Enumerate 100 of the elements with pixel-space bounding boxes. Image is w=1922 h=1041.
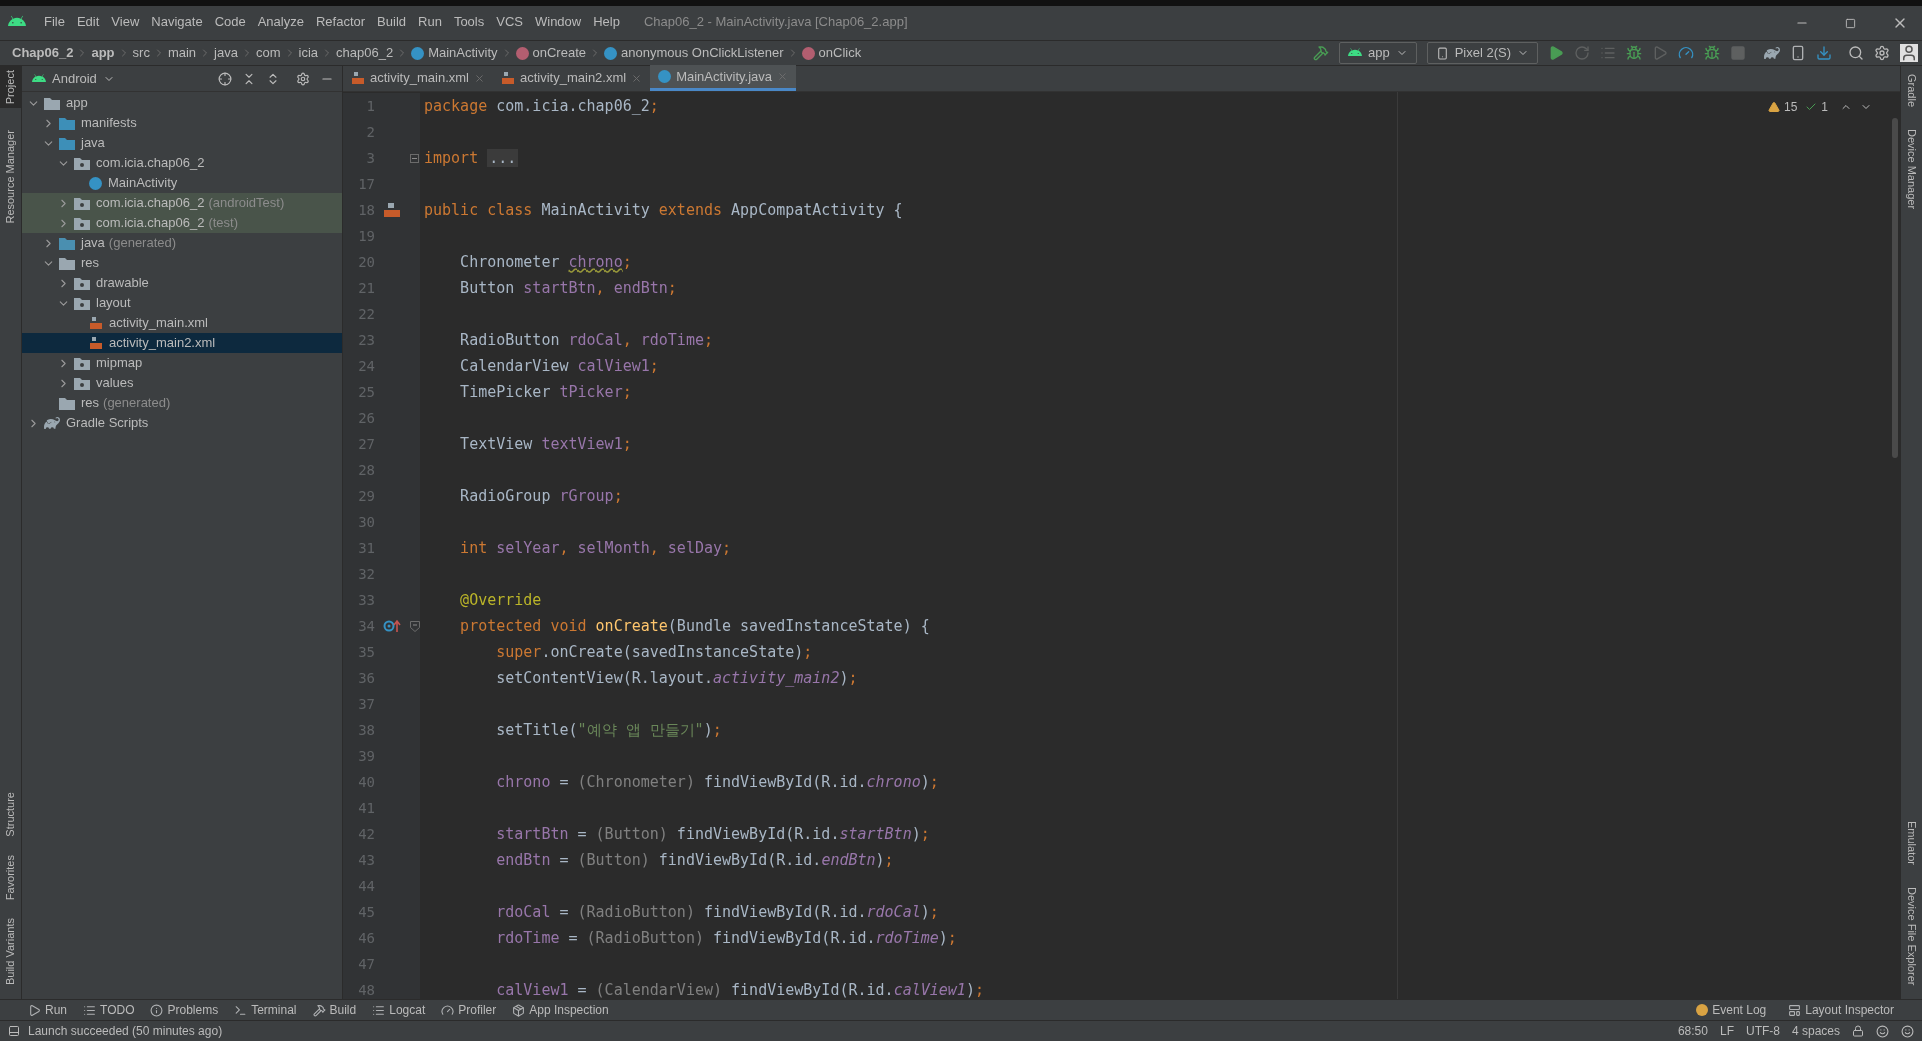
tree-item[interactable]: layout	[22, 293, 342, 313]
tool-window-tab[interactable]: Build Variants	[0, 913, 21, 989]
menu-item[interactable]: Run	[412, 11, 448, 31]
breadcrumb-item[interactable]: com	[255, 43, 281, 63]
project-view-dropdown[interactable]: Android	[52, 68, 97, 89]
tool-window-tab[interactable]: Gradle	[1901, 70, 1922, 112]
menu-item[interactable]: Build	[371, 11, 412, 31]
tree-item[interactable]: com.icia.chap06_2 (androidTest)	[22, 193, 342, 213]
lock-icon[interactable]	[1852, 1025, 1864, 1037]
tree-item[interactable]: mipmap	[22, 353, 342, 373]
stop-icon[interactable]	[1730, 45, 1746, 61]
tree-item[interactable]: res (generated)	[22, 393, 342, 413]
breadcrumb-item[interactable]: onClick	[801, 43, 862, 63]
menu-item[interactable]: Refactor	[309, 11, 372, 31]
close-tab-icon[interactable]	[473, 72, 485, 84]
tree-item[interactable]: activity_main2.xml	[22, 333, 342, 353]
tool-window-tab[interactable]: Device File Explorer	[1901, 882, 1922, 989]
override-icon[interactable]	[383, 619, 401, 633]
fold-plus-icon[interactable]	[410, 153, 419, 163]
tool-window-button[interactable]: Problems	[150, 1001, 219, 1019]
breadcrumb-item[interactable]: anonymous OnClickListener	[604, 43, 784, 63]
phone-icon[interactable]	[1790, 45, 1806, 61]
breadcrumb-item[interactable]: main	[167, 43, 197, 63]
run-configuration-dropdown[interactable]: app	[1338, 42, 1417, 64]
restore-icon[interactable]	[1845, 17, 1856, 29]
tree-item[interactable]: com.icia.chap06_2	[22, 153, 342, 173]
rerun-icon[interactable]	[1574, 45, 1590, 61]
editor-tab[interactable]: MainActivity.java	[650, 65, 796, 91]
caret-position[interactable]: 68:50	[1677, 1022, 1708, 1040]
debug-icon[interactable]	[1626, 45, 1642, 61]
bug-icon[interactable]	[1704, 45, 1720, 61]
tool-window-button[interactable]: Build	[312, 1001, 357, 1019]
search-icon[interactable]	[1848, 45, 1864, 61]
tool-window-button[interactable]: Profiler	[441, 1001, 497, 1019]
breadcrumb-item[interactable]: java	[214, 43, 238, 63]
crosshair-icon[interactable]	[218, 71, 232, 86]
tree-item[interactable]: Gradle Scripts	[22, 413, 342, 433]
menu-item[interactable]: Code	[208, 11, 252, 31]
indent-setting[interactable]: 4 spaces	[1791, 1022, 1840, 1040]
breadcrumb-item[interactable]: Chap06_2	[12, 43, 74, 63]
menu-item[interactable]: Edit	[70, 11, 106, 31]
breadcrumb-item[interactable]: app	[91, 43, 115, 63]
tool-window-tab[interactable]: Emulator	[1901, 816, 1922, 869]
tree-item[interactable]: com.icia.chap06_2 (test)	[22, 213, 342, 233]
tool-window-button[interactable]: Run	[28, 1001, 67, 1019]
close-tab-icon[interactable]	[631, 72, 643, 84]
menu-item[interactable]: Help	[587, 11, 626, 31]
tool-window-tab[interactable]: Resource Manager	[0, 126, 21, 228]
collapse-icon[interactable]	[242, 71, 256, 86]
tool-window-button[interactable]: Layout Inspector	[1788, 1001, 1894, 1019]
menu-item[interactable]: Analyze	[251, 11, 310, 31]
editor-tab[interactable]: activity_main.xml	[343, 65, 493, 91]
tool-window-button[interactable]: Logcat	[372, 1001, 426, 1019]
fold-minus-icon[interactable]	[409, 620, 420, 632]
tool-window-tab[interactable]: Structure	[0, 788, 21, 841]
settings-icon[interactable]	[296, 71, 310, 86]
menu-item[interactable]: View	[105, 11, 146, 31]
tree-item[interactable]: app	[22, 93, 342, 113]
layout-file-icon[interactable]	[383, 202, 401, 218]
tool-window-button[interactable]: TODO	[83, 1001, 135, 1019]
warning-count[interactable]: 15	[1783, 98, 1798, 116]
tool-window-button[interactable]: Terminal	[234, 1001, 297, 1019]
tree-item[interactable]: MainActivity	[22, 173, 342, 193]
tree-item[interactable]: activity_main.xml	[22, 313, 342, 333]
download-icon[interactable]	[1816, 45, 1832, 61]
breadcrumb-item[interactable]: icia	[298, 43, 318, 63]
tree-item[interactable]: java	[22, 133, 342, 153]
panel-icon[interactable]	[8, 1025, 20, 1037]
passed-count[interactable]: 1	[1821, 98, 1828, 116]
menu-item[interactable]: File	[38, 11, 71, 31]
hammer-icon[interactable]	[1312, 45, 1329, 61]
gauge-icon[interactable]	[1678, 45, 1694, 61]
play-icon[interactable]	[1652, 45, 1668, 61]
editor-tab[interactable]: activity_main2.xml	[492, 65, 651, 91]
line-separator[interactable]: LF	[1719, 1022, 1734, 1040]
smile-icon[interactable]	[1901, 1024, 1914, 1038]
file-encoding[interactable]: UTF-8	[1745, 1022, 1780, 1040]
settings-icon[interactable]	[1874, 45, 1890, 61]
avatar-icon[interactable]	[1900, 44, 1918, 62]
breadcrumb-item[interactable]: chap06_2	[336, 43, 394, 63]
tool-window-button[interactable]: Event Log	[1696, 1001, 1767, 1019]
breadcrumb-item[interactable]: MainActivity	[411, 43, 498, 63]
tree-item[interactable]: res	[22, 253, 342, 273]
breadcrumb-item[interactable]: onCreate	[515, 43, 586, 63]
tree-item[interactable]: drawable	[22, 273, 342, 293]
smile-icon[interactable]	[1876, 1024, 1889, 1038]
menu-item[interactable]: VCS	[490, 11, 529, 31]
tree-item[interactable]: manifests	[22, 113, 342, 133]
elephant-icon[interactable]	[1764, 45, 1780, 61]
run-icon[interactable]	[1548, 45, 1564, 61]
tree-item[interactable]: java (generated)	[22, 233, 342, 253]
menu-item[interactable]: Window	[528, 11, 588, 31]
menu-item[interactable]: Tools	[447, 11, 491, 31]
menu-item[interactable]: Navigate	[145, 11, 209, 31]
scrollbar-thumb[interactable]	[1892, 118, 1898, 458]
breadcrumb-item[interactable]: src	[132, 43, 150, 63]
tool-window-button[interactable]: App Inspection	[512, 1001, 609, 1019]
tool-window-tab[interactable]: Favorites	[0, 850, 21, 904]
device-dropdown[interactable]: Pixel 2(S)	[1426, 42, 1538, 64]
tool-window-tab[interactable]: Project	[0, 66, 21, 109]
